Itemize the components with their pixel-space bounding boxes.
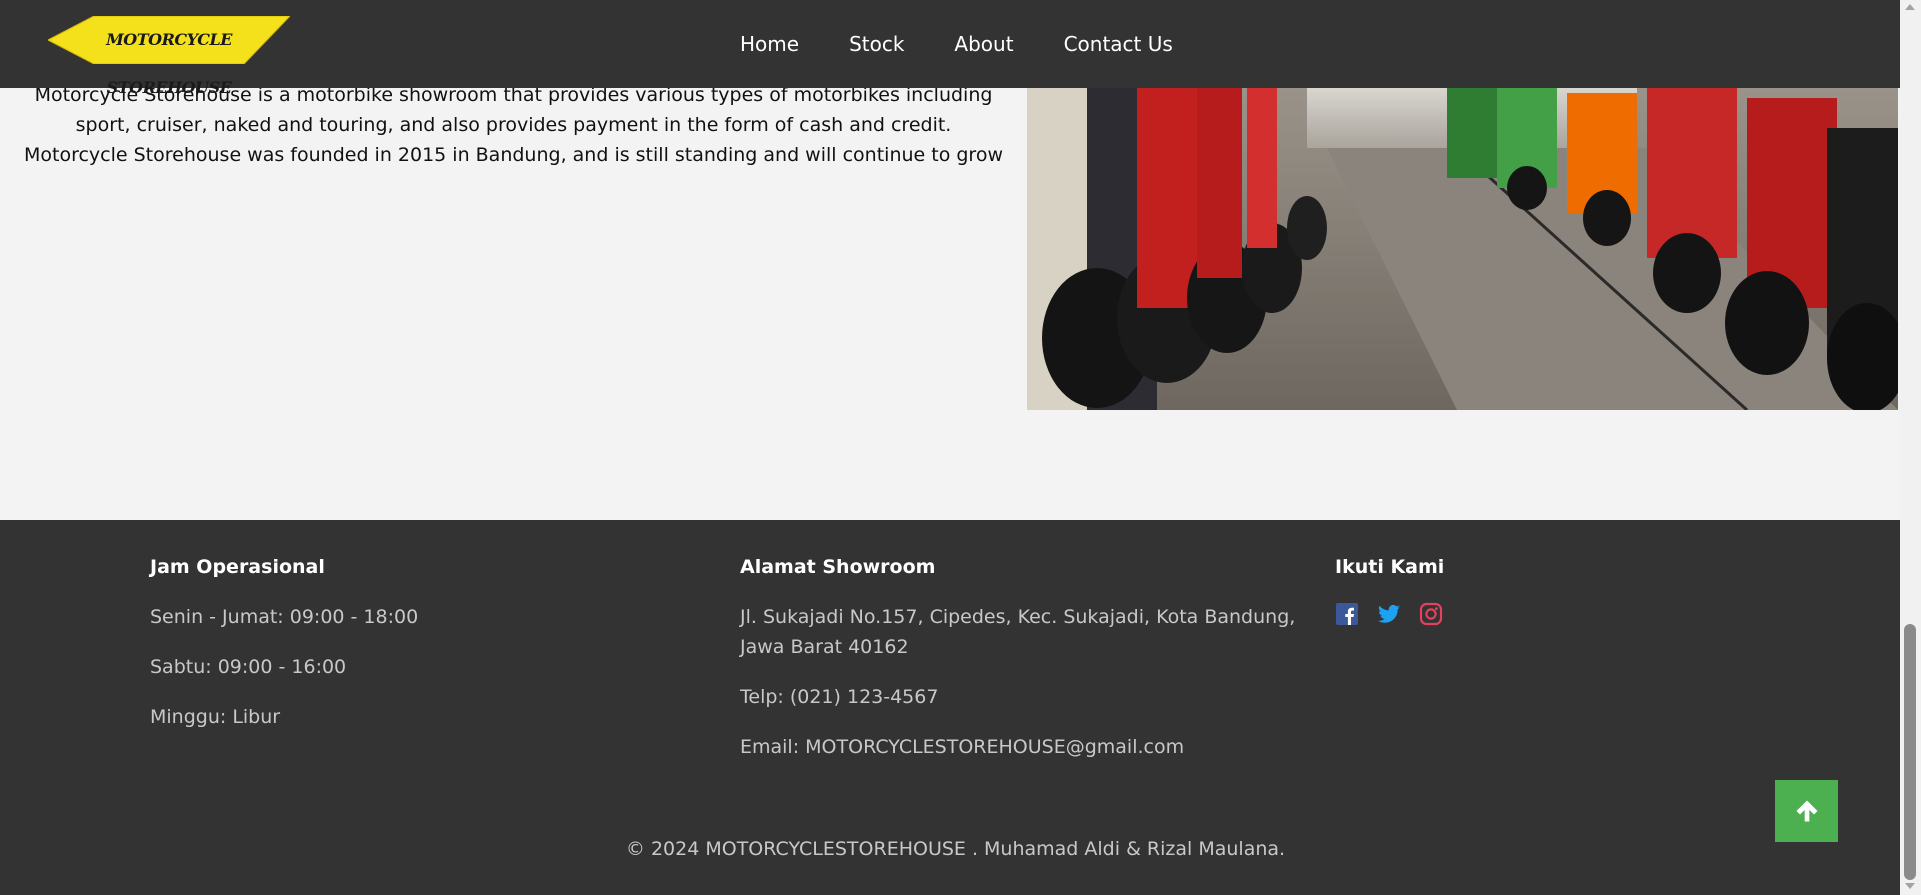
- hours-weekdays: Senin - Jumat: 09:00 - 18:00: [150, 606, 419, 628]
- vertical-scrollbar[interactable]: [1900, 0, 1921, 895]
- scroll-down-arrow-icon[interactable]: [1905, 883, 1915, 889]
- page: MOTORCYCLE STOREHOUSE Home Stock About C…: [0, 0, 1900, 895]
- scrollbar-thumb[interactable]: [1904, 624, 1916, 880]
- footer-hours: Jam Operasional Senin - Jumat: 09:00 - 1…: [150, 556, 670, 752]
- nav-stock[interactable]: Stock: [849, 32, 904, 56]
- back-to-top-button[interactable]: [1775, 780, 1838, 842]
- address-street: Jl. Sukajadi No.157, Cipedes, Kec. Sukaj…: [740, 602, 1320, 662]
- address-street-line1: Jl. Sukajadi No.157, Cipedes, Kec. Sukaj…: [740, 606, 1296, 628]
- nav-about[interactable]: About: [954, 32, 1013, 56]
- address-title: Alamat Showroom: [740, 556, 936, 578]
- instagram-icon[interactable]: [1419, 602, 1443, 626]
- footer-social: Ikuti Kami: [1335, 556, 1635, 626]
- facebook-icon[interactable]: [1335, 602, 1359, 626]
- twitter-icon[interactable]: [1377, 602, 1401, 626]
- footer-address: Alamat Showroom Jl. Sukajadi No.157, Cip…: [740, 556, 1320, 782]
- nav-home[interactable]: Home: [740, 32, 799, 56]
- address-email: Email: MOTORCYCLESTOREHOUSE@gmail.com: [740, 736, 1185, 758]
- hours-title: Jam Operasional: [150, 556, 325, 578]
- main-nav: Home Stock About Contact Us: [740, 0, 1223, 88]
- address-street-line2: Jawa Barat 40162: [740, 636, 909, 658]
- site-logo[interactable]: MOTORCYCLE STOREHOUSE: [48, 16, 290, 97]
- logo-text: MOTORCYCLE STOREHOUSE: [106, 30, 232, 97]
- copyright-text: © 2024 MOTORCYCLESTOREHOUSE . Muhamad Al…: [625, 838, 1286, 860]
- about-line-2: sport, cruiser, naked and touring, and a…: [75, 114, 952, 136]
- scroll-up-arrow-icon[interactable]: [1905, 4, 1915, 10]
- hours-saturday: Sabtu: 09:00 - 16:00: [150, 656, 347, 678]
- showroom-photo: [1027, 88, 1898, 410]
- hours-sunday: Minggu: Libur: [150, 706, 281, 728]
- arrow-up-icon: [1796, 800, 1817, 822]
- about-line-3: Motorcycle Storehouse was founded in 201…: [23, 144, 1003, 166]
- social-links: [1335, 602, 1635, 626]
- navbar: MOTORCYCLE STOREHOUSE Home Stock About C…: [0, 0, 1900, 97]
- site-footer: Jam Operasional Senin - Jumat: 09:00 - 1…: [0, 520, 1900, 895]
- social-title: Ikuti Kami: [1335, 556, 1445, 578]
- showroom-photo-illustration: [1027, 88, 1898, 410]
- nav-contact-us[interactable]: Contact Us: [1064, 32, 1173, 56]
- address-phone: Telp: (021) 123-4567: [740, 686, 939, 708]
